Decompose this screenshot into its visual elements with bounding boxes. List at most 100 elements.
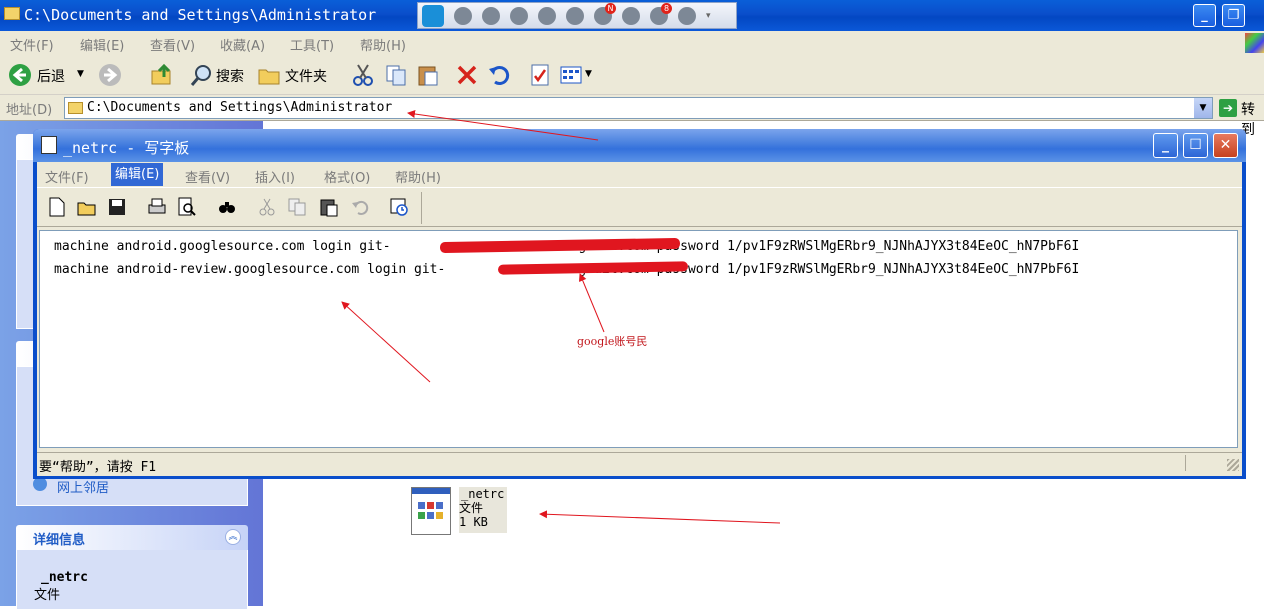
wordpad-minimize-button[interactable]: _	[1153, 133, 1178, 158]
search-icon[interactable]	[482, 6, 500, 25]
print-preview-icon[interactable]	[177, 197, 197, 217]
annotation-arrow-file	[539, 510, 781, 524]
wp-menu-file[interactable]: 文件(F)	[45, 167, 89, 186]
menu-view[interactable]: 查看(V)	[150, 35, 195, 54]
save-icon[interactable]	[107, 197, 127, 217]
wordpad-maximize-button[interactable]: ☐	[1183, 133, 1208, 158]
folder-icon	[68, 102, 83, 114]
status-text: 要“帮助”，请按 F1	[39, 460, 157, 475]
photo-icon[interactable]	[538, 6, 556, 25]
undo-icon[interactable]	[487, 63, 511, 87]
wp-menu-format[interactable]: 格式(O)	[324, 167, 370, 186]
clock-icon[interactable]	[566, 6, 584, 25]
minimize-button[interactable]: _	[1193, 4, 1216, 27]
mail-icon[interactable]: N	[594, 2, 616, 25]
cut-icon[interactable]	[257, 197, 277, 217]
explorer-title: C:\Documents and Settings\Administrator	[24, 6, 377, 24]
up-folder-icon[interactable]	[150, 63, 174, 87]
status-bar: 要“帮助”，请按 F1	[37, 452, 1242, 475]
insert-date-time-icon[interactable]	[389, 197, 409, 217]
status-divider	[1185, 455, 1186, 471]
search-button[interactable]: 搜索	[216, 66, 244, 86]
details-header[interactable]: 详细信息 ︽	[16, 525, 248, 550]
folder-icon	[4, 7, 20, 20]
wordpad-title: _netrc - 写字板	[63, 139, 190, 157]
wordpad-body: 文件(F) 编辑(E) 查看(V) 插入(I) 格式(O) 帮助(H) mach…	[37, 162, 1242, 476]
folders-icon[interactable]	[257, 63, 281, 87]
open-folder-icon[interactable]	[77, 197, 97, 217]
qq-icon[interactable]	[422, 4, 444, 27]
undo-icon[interactable]	[351, 197, 371, 217]
address-bar: 地址(D) C:\Documents and Settings\Administ…	[0, 95, 1264, 138]
file-icon[interactable]	[411, 487, 451, 535]
wp-menu-edit[interactable]: 编辑(E)	[111, 163, 164, 186]
explorer-menu-bar: 文件(F) 编辑(E) 查看(V) 收藏(A) 工具(T) 帮助(H)	[0, 31, 1264, 55]
resize-grip-icon[interactable]	[1227, 459, 1239, 471]
wp-menu-view[interactable]: 查看(V)	[185, 167, 230, 186]
go-arrow-icon[interactable]: ➔	[1219, 99, 1237, 117]
mail-badge: N	[605, 2, 616, 14]
collapse-chevron-icon[interactable]: ︽	[225, 529, 241, 545]
back-dropdown-icon[interactable]: ▼	[77, 69, 84, 79]
paste-icon[interactable]	[319, 197, 339, 217]
new-document-icon[interactable]	[47, 197, 67, 217]
messages-icon[interactable]: 8	[650, 2, 672, 25]
address-value: C:\Documents and Settings\Administrator	[87, 100, 393, 115]
maximize-button[interactable]: ❐	[1222, 4, 1245, 27]
explorer-title-bar[interactable]: C:\Documents and Settings\Administrator …	[0, 0, 1264, 31]
wp-menu-help[interactable]: 帮助(H)	[395, 167, 441, 186]
details-file-name: _netrc	[41, 570, 88, 585]
windows-logo-icon	[1245, 33, 1264, 53]
delete-icon[interactable]	[455, 63, 479, 87]
annotation-label: google账号民	[577, 335, 648, 348]
cloud-icon[interactable]	[510, 6, 528, 25]
qq-toolbar: N 8 ▾	[417, 2, 737, 29]
menu-file[interactable]: 文件(F)	[10, 35, 54, 54]
contact-icon[interactable]	[454, 6, 472, 25]
menu-edit[interactable]: 编辑(E)	[80, 35, 124, 54]
address-input[interactable]: C:\Documents and Settings\Administrator …	[64, 97, 1213, 119]
details-file-type: 文件	[34, 588, 61, 603]
address-dropdown-icon[interactable]: ▼	[1194, 98, 1212, 118]
wp-menu-insert[interactable]: 插入(I)	[255, 167, 295, 186]
print-icon[interactable]	[147, 197, 167, 217]
wordpad-menu-bar: 文件(F) 编辑(E) 查看(V) 插入(I) 格式(O) 帮助(H)	[37, 162, 1242, 187]
details-box: _netrc 文件	[16, 550, 248, 610]
network-places-link[interactable]: 网上邻居	[57, 477, 109, 496]
wordpad-toolbar	[37, 187, 1242, 227]
tray-dropdown-icon[interactable]: ▾	[706, 7, 712, 25]
back-button[interactable]: 后退	[37, 66, 65, 86]
chat-icon[interactable]	[678, 6, 696, 25]
folders-button[interactable]: 文件夹	[285, 66, 327, 86]
properties-icon[interactable]	[528, 63, 552, 87]
details-heading: 详细信息	[33, 533, 86, 548]
file-label[interactable]: _netrc 文件 1 KB	[459, 487, 507, 533]
forward-arrow-icon[interactable]	[98, 63, 122, 87]
find-icon[interactable]	[217, 197, 237, 217]
menu-favorites[interactable]: 收藏(A)	[220, 35, 265, 54]
wordpad-window: _netrc - 写字板 _ ☐ ✕ 文件(F) 编辑(E) 查看(V) 插入(…	[33, 129, 1246, 479]
document-icon	[41, 136, 57, 154]
menu-tools[interactable]: 工具(T)	[290, 35, 334, 54]
file-name: _netrc	[461, 487, 505, 501]
explorer-toolbar: 后退 ▼ 搜索 文件夹 ▼	[0, 55, 1264, 95]
toolbar-divider	[421, 192, 422, 224]
back-arrow-icon[interactable]	[8, 63, 32, 87]
cut-icon[interactable]	[351, 63, 375, 87]
messages-badge: 8	[661, 2, 672, 14]
phone-icon[interactable]	[622, 6, 640, 25]
wordpad-title-bar[interactable]: _netrc - 写字板 _ ☐ ✕	[33, 129, 1246, 162]
copy-icon[interactable]	[384, 63, 408, 87]
file-size: 1 KB	[459, 515, 488, 529]
views-icon[interactable]	[559, 63, 583, 87]
copy-icon[interactable]	[287, 197, 307, 217]
network-icon	[33, 477, 47, 491]
search-icon[interactable]	[190, 63, 214, 87]
menu-help[interactable]: 帮助(H)	[360, 35, 406, 54]
wordpad-close-button[interactable]: ✕	[1213, 133, 1238, 158]
file-icon-titlebar	[412, 488, 450, 494]
file-type: 文件	[459, 501, 484, 515]
paste-icon[interactable]	[416, 63, 440, 87]
views-dropdown-icon[interactable]: ▼	[585, 69, 592, 79]
address-label: 地址(D)	[6, 103, 53, 118]
